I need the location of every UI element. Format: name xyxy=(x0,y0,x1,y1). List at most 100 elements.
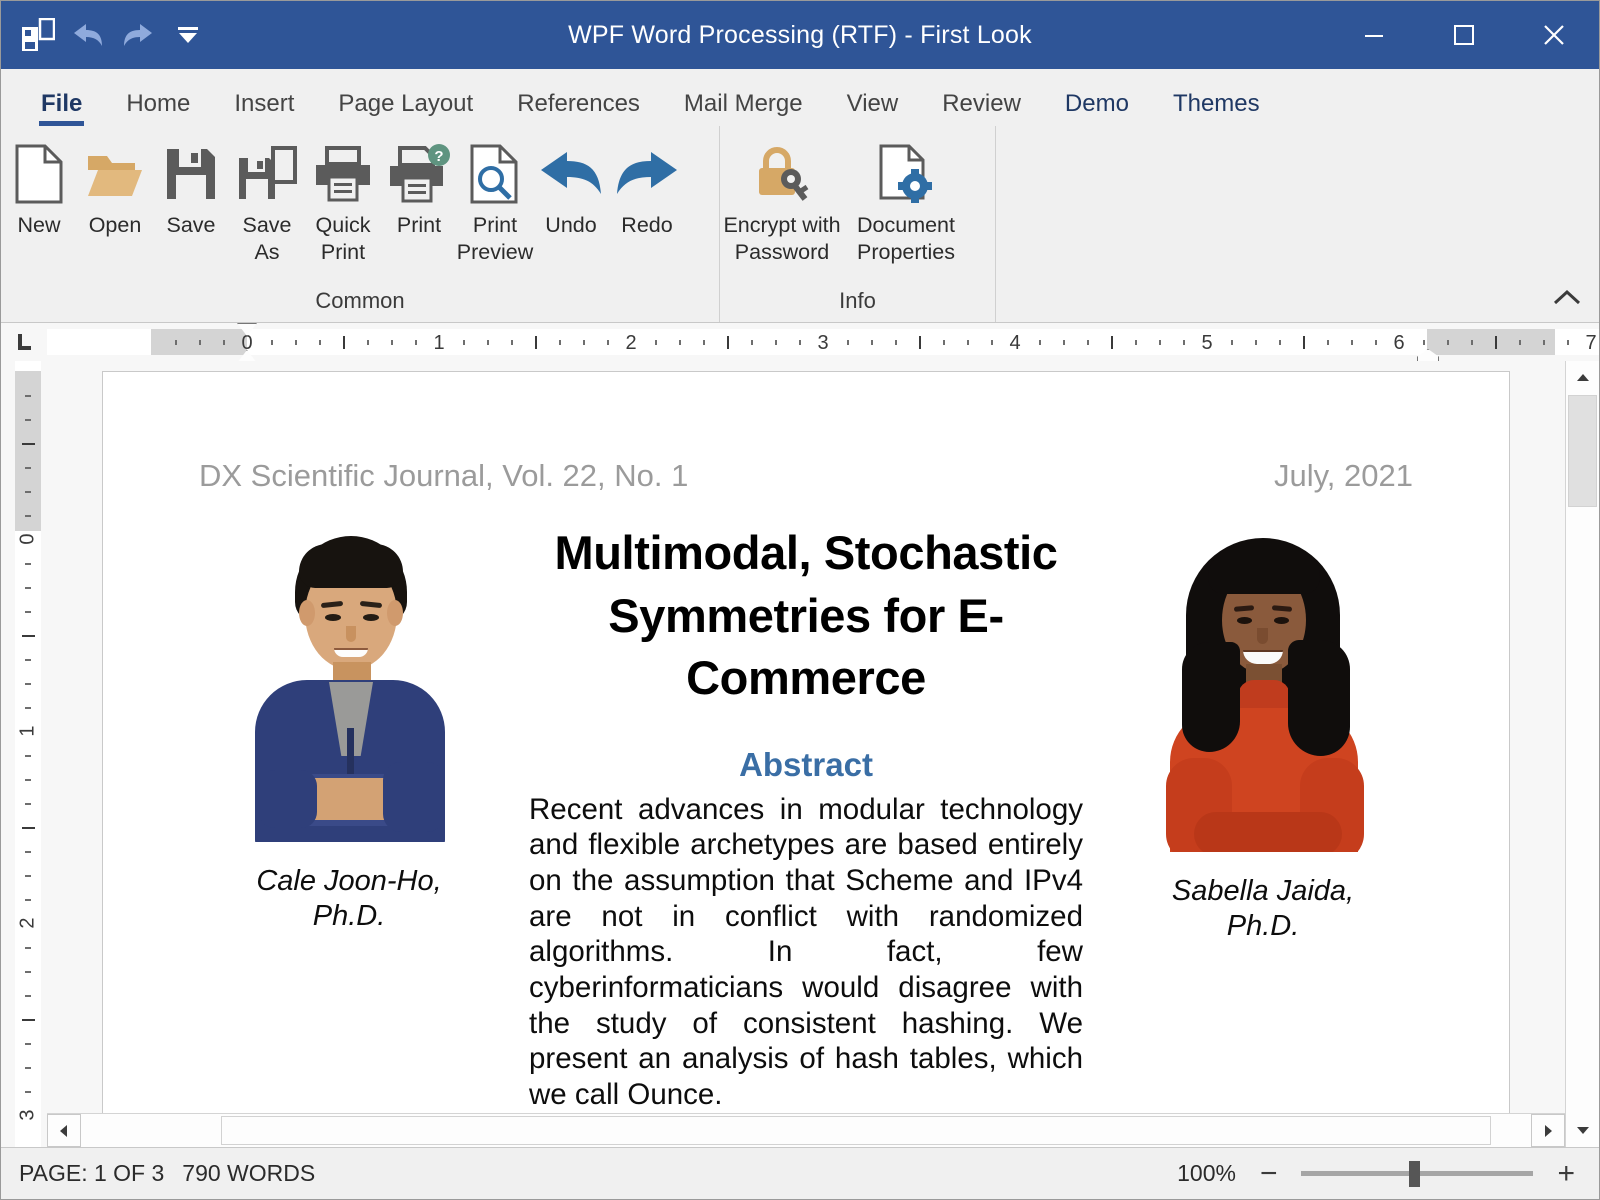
tab-home[interactable]: Home xyxy=(104,92,212,126)
horizontal-scroll-thumb[interactable] xyxy=(221,1116,1491,1145)
vruler-tick xyxy=(25,1091,31,1093)
save-as-button[interactable]: Save As xyxy=(229,134,305,270)
vruler-tick-major xyxy=(22,635,35,637)
redo-arrow-icon xyxy=(611,138,683,210)
qat-save-as-icon[interactable] xyxy=(15,12,61,58)
document-scroll-region[interactable]: DX Scientific Journal, Vol. 22, No. 1 Ju… xyxy=(47,361,1565,1113)
tab-file[interactable]: File xyxy=(19,92,104,126)
ruler-number-1: 1 xyxy=(433,332,445,354)
new-button-label: New xyxy=(17,213,61,237)
ruler-tick xyxy=(1351,340,1353,345)
tab-insert[interactable]: Insert xyxy=(212,92,316,126)
save-button[interactable]: Save xyxy=(153,134,229,243)
ribbon-empty-area xyxy=(995,126,1599,322)
minimize-button[interactable] xyxy=(1329,1,1419,69)
page-indicator[interactable]: PAGE: 1 OF 3 xyxy=(19,1160,164,1187)
tab-references[interactable]: References xyxy=(495,92,662,126)
scroll-up-arrow-icon[interactable] xyxy=(1566,361,1599,395)
scroll-right-arrow-icon[interactable] xyxy=(1531,1114,1565,1147)
author-degree-left: Ph.D. xyxy=(312,899,386,932)
horizontal-ruler[interactable]: 0 1 2 3 4 5 6 7 xyxy=(47,323,1599,361)
ruler-tick-major xyxy=(535,336,537,349)
print-button[interactable]: ? Print xyxy=(381,134,457,243)
vruler-tick xyxy=(25,851,31,853)
tab-mail-merge[interactable]: Mail Merge xyxy=(662,92,825,126)
zoom-slider-thumb[interactable] xyxy=(1409,1160,1421,1187)
ruler-tick xyxy=(895,340,897,345)
photo-eye-left xyxy=(325,614,341,621)
document-properties-button[interactable]: Document Properties xyxy=(844,134,968,270)
tab-stop-selector[interactable] xyxy=(1,323,47,361)
zoom-out-button[interactable]: − xyxy=(1254,1158,1284,1189)
maximize-button[interactable] xyxy=(1419,1,1509,69)
qat-customize-chevron-down-icon[interactable] xyxy=(165,12,211,58)
ruler-tick xyxy=(1327,340,1329,345)
redo-button-label: Redo xyxy=(621,213,673,237)
tab-view[interactable]: View xyxy=(825,92,921,126)
ruler-number-3: 3 xyxy=(817,332,829,354)
zoom-in-button[interactable]: + xyxy=(1551,1158,1581,1189)
close-button[interactable] xyxy=(1509,1,1599,69)
author-block-right: Sabella Jaida, Ph.D. xyxy=(1113,522,1413,1113)
undo-button[interactable]: Undo xyxy=(533,134,609,243)
vruler-number-3: 3 xyxy=(16,1109,39,1121)
tab-themes[interactable]: Themes xyxy=(1151,92,1282,126)
ribbon-group-common: New Open Save Save As Quick Print ? Prin… xyxy=(1,126,719,322)
vertical-scroll-thumb[interactable] xyxy=(1568,395,1597,507)
quick-print-button[interactable]: Quick Print xyxy=(305,134,381,270)
ruler-tick xyxy=(943,340,945,345)
redo-button[interactable]: Redo xyxy=(609,134,685,243)
vruler-tick xyxy=(25,419,31,421)
encrypt-with-password-button[interactable]: Encrypt with Password xyxy=(720,134,844,270)
document-page[interactable]: DX Scientific Journal, Vol. 22, No. 1 Ju… xyxy=(102,371,1510,1113)
ruler-tick xyxy=(1279,340,1281,345)
new-button[interactable]: New xyxy=(1,134,77,243)
author-block-left: Cale Joon-Ho, Ph.D. xyxy=(199,522,499,1113)
vruler-tick xyxy=(25,467,31,469)
ribbon-group-common-label: Common xyxy=(315,288,405,313)
vertical-scrollbar[interactable] xyxy=(1565,361,1599,1147)
ribbon-tab-bar: File Home Insert Page Layout References … xyxy=(1,69,1599,126)
vruler-tick xyxy=(25,563,31,565)
print-preview-button[interactable]: Print Preview xyxy=(457,134,533,270)
abstract-paragraph: Recent advances in modular technology an… xyxy=(529,792,1083,1112)
document-header: DX Scientific Journal, Vol. 22, No. 1 Ju… xyxy=(199,458,1413,494)
ruler-tick xyxy=(1567,340,1569,345)
ruler-number-2: 2 xyxy=(625,332,637,354)
save-as-icon xyxy=(236,138,298,210)
ruler-tick-major xyxy=(1111,336,1113,349)
save-floppy-icon xyxy=(163,138,219,210)
ruler-tick xyxy=(799,340,801,345)
photo-sleeve-left xyxy=(259,770,317,828)
horizontal-scroll-track[interactable] xyxy=(81,1114,1531,1147)
svg-text:?: ? xyxy=(434,148,443,165)
qat-redo-icon[interactable] xyxy=(115,12,161,58)
photo-forearm xyxy=(1194,812,1342,852)
ruler-tick xyxy=(967,340,969,345)
scroll-down-arrow-icon[interactable] xyxy=(1566,1113,1599,1147)
zoom-slider[interactable] xyxy=(1301,1160,1534,1187)
zoom-level-label[interactable]: 100% xyxy=(1177,1160,1236,1187)
photo-nose xyxy=(1257,628,1268,644)
vruler-tick xyxy=(25,491,31,493)
collapse-ribbon-chevron-up-icon[interactable] xyxy=(1549,282,1585,314)
vertical-scroll-track[interactable] xyxy=(1566,395,1599,1113)
ruler-tick xyxy=(847,340,849,345)
scroll-left-arrow-icon[interactable] xyxy=(47,1114,81,1147)
qat-undo-icon[interactable] xyxy=(65,12,111,58)
tab-page-layout[interactable]: Page Layout xyxy=(316,92,495,126)
open-folder-icon xyxy=(85,138,145,210)
main-area: 0 1 2 3 DX Scientific Journal, Vol. 22, … xyxy=(1,361,1599,1147)
undo-button-label: Undo xyxy=(545,213,597,237)
word-count[interactable]: 790 WORDS xyxy=(182,1160,315,1187)
document-title: Multimodal, Stochastic Symmetries for E-… xyxy=(554,526,1058,704)
horizontal-scrollbar[interactable] xyxy=(47,1113,1565,1147)
vruler-tick xyxy=(25,971,31,973)
tab-demo[interactable]: Demo xyxy=(1043,92,1151,126)
open-button[interactable]: Open xyxy=(77,134,153,243)
photo-fringe xyxy=(1208,546,1320,594)
tab-review[interactable]: Review xyxy=(920,92,1043,126)
document-center-column: Multimodal, Stochastic Symmetries for E-… xyxy=(499,522,1113,1113)
vruler-tick xyxy=(25,683,31,685)
vertical-ruler[interactable]: 0 1 2 3 xyxy=(1,361,47,1147)
